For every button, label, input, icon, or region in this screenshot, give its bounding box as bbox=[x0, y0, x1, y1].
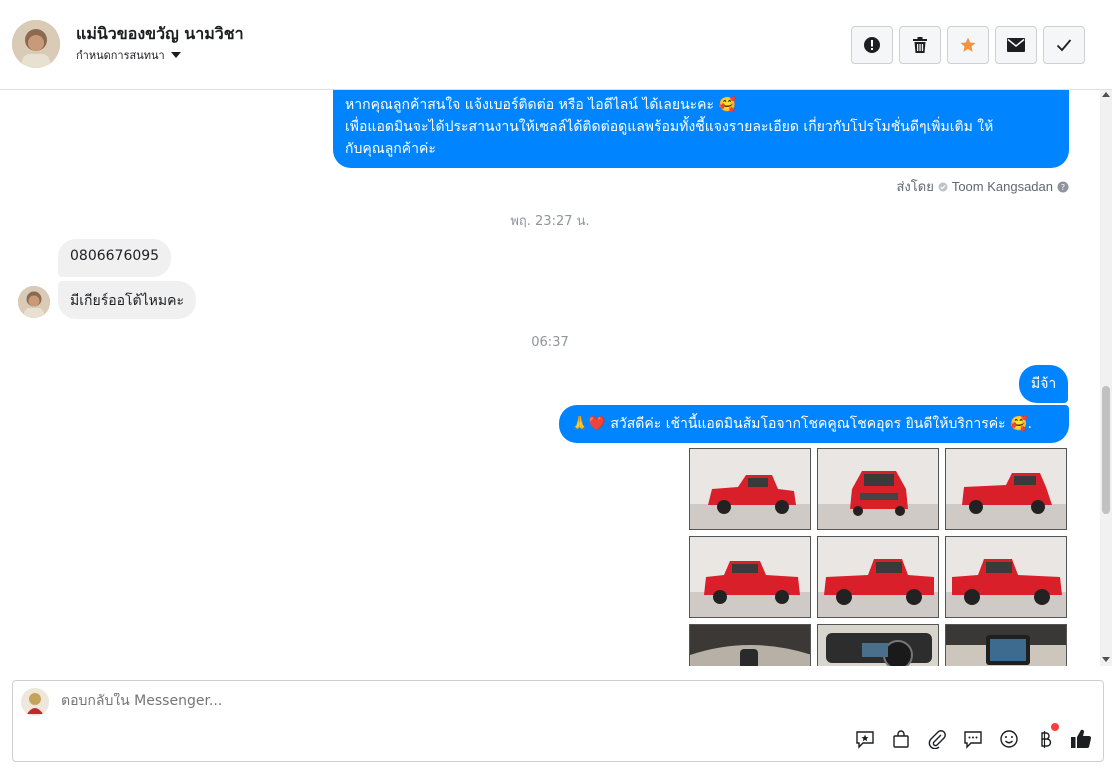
photo-attachment[interactable] bbox=[945, 448, 1067, 530]
scroll-up-arrow[interactable] bbox=[1102, 92, 1110, 97]
photo-attachment-grid bbox=[689, 448, 1067, 666]
emoji-button[interactable] bbox=[997, 727, 1021, 751]
photo-attachment[interactable] bbox=[689, 624, 811, 666]
paperclip-icon bbox=[928, 730, 946, 749]
outgoing-message[interactable]: มีจ้า bbox=[1019, 365, 1069, 403]
mark-unread-button[interactable] bbox=[995, 26, 1037, 64]
scroll-down-arrow[interactable] bbox=[1102, 657, 1110, 662]
smiley-icon bbox=[1000, 730, 1018, 748]
message-text-line: กับคุณลูกค้าค่ะ bbox=[345, 141, 436, 157]
svg-text:?: ? bbox=[1061, 183, 1065, 192]
message-thread[interactable]: หากคุณลูกค้าสนใจ แจ้งเบอร์ติดต่อ หรือ ไอ… bbox=[0, 90, 1100, 666]
photo-attachment[interactable] bbox=[689, 448, 811, 530]
shop-button[interactable] bbox=[889, 727, 913, 751]
photo-attachment[interactable] bbox=[817, 536, 939, 618]
thread-scrollbar[interactable] bbox=[1100, 90, 1112, 666]
reply-input[interactable] bbox=[61, 693, 761, 709]
photo-attachment[interactable] bbox=[817, 448, 939, 530]
like-button[interactable] bbox=[1069, 727, 1093, 751]
message-text: 🙏❤️ สวัสดีค่ะ เช้านี้แอดมินส้มโอจากโชคคู… bbox=[571, 416, 1032, 432]
message-text: มีจ้า bbox=[1031, 376, 1057, 392]
quick-reply-button[interactable] bbox=[961, 727, 985, 751]
timestamp-divider: พฤ. 23:27 น. bbox=[510, 214, 590, 229]
contact-avatar-small bbox=[18, 286, 50, 318]
thumbs-up-icon bbox=[1071, 729, 1092, 749]
mark-spam-button[interactable] bbox=[851, 26, 893, 64]
caret-down-icon bbox=[170, 52, 181, 58]
delete-button[interactable] bbox=[899, 26, 941, 64]
checkmark-icon bbox=[1056, 39, 1072, 52]
envelope-icon bbox=[1007, 38, 1025, 52]
shopping-bag-icon bbox=[893, 730, 909, 748]
timestamp-divider: 06:37 bbox=[531, 335, 569, 350]
attach-file-button[interactable] bbox=[925, 727, 949, 751]
outgoing-message[interactable]: 🙏❤️ สวัสดีค่ะ เช้านี้แอดมินส้มโอจากโชคคู… bbox=[559, 405, 1069, 443]
saved-reply-icon bbox=[856, 731, 874, 749]
star-button[interactable] bbox=[947, 26, 989, 64]
incoming-message[interactable]: มีเกียร์ออโต้ไหมคะ bbox=[58, 281, 197, 319]
sent-by-info: ส่งโดย Toom Kangsadan ? bbox=[896, 176, 1069, 197]
message-text-line: หากคุณลูกค้าสนใจ แจ้งเบอร์ติดต่อ หรือ ไอ… bbox=[345, 97, 736, 113]
notification-dot bbox=[1051, 723, 1059, 731]
page-avatar bbox=[21, 688, 49, 716]
mark-done-button[interactable] bbox=[1043, 26, 1085, 64]
conversation-header: แม่นิวของขวัญ นามวิชา กำหนดการสนทนา bbox=[0, 0, 1112, 90]
assign-conversation-dropdown[interactable]: กำหนดการสนทนา bbox=[76, 46, 181, 64]
star-icon bbox=[960, 37, 976, 52]
trash-icon bbox=[913, 37, 927, 53]
chat-bubble-icon bbox=[964, 731, 982, 749]
assign-label: กำหนดการสนทนา bbox=[76, 49, 165, 62]
contact-name[interactable]: แม่นิวของขวัญ นามวิชา bbox=[76, 22, 244, 47]
contact-avatar[interactable] bbox=[12, 20, 60, 68]
help-icon[interactable]: ? bbox=[1057, 181, 1069, 193]
photo-attachment[interactable] bbox=[945, 624, 1067, 666]
sent-by-label: ส่งโดย bbox=[896, 179, 934, 194]
incoming-message[interactable]: 0806676095 bbox=[58, 239, 172, 277]
photo-attachment[interactable] bbox=[817, 624, 939, 666]
photo-attachment[interactable] bbox=[689, 536, 811, 618]
photo-attachment[interactable] bbox=[945, 536, 1067, 618]
baht-icon bbox=[1041, 731, 1052, 748]
scroll-thumb[interactable] bbox=[1102, 386, 1110, 514]
sent-by-name[interactable]: Toom Kangsadan bbox=[952, 179, 1053, 194]
message-text: มีเกียร์ออโต้ไหมคะ bbox=[70, 293, 185, 309]
reply-composer bbox=[12, 680, 1104, 762]
verified-icon bbox=[938, 182, 948, 191]
outgoing-message[interactable]: หากคุณลูกค้าสนใจ แจ้งเบอร์ติดต่อ หรือ ไอ… bbox=[333, 90, 1069, 168]
exclamation-icon bbox=[864, 37, 880, 53]
saved-reply-button[interactable] bbox=[853, 727, 877, 751]
message-text-line: เพื่อแอดมินจะได้ประสานงานให้เซลล์ได้ติดต… bbox=[345, 119, 994, 135]
payment-button[interactable] bbox=[1033, 723, 1059, 751]
message-text: 0806676095 bbox=[70, 248, 160, 264]
